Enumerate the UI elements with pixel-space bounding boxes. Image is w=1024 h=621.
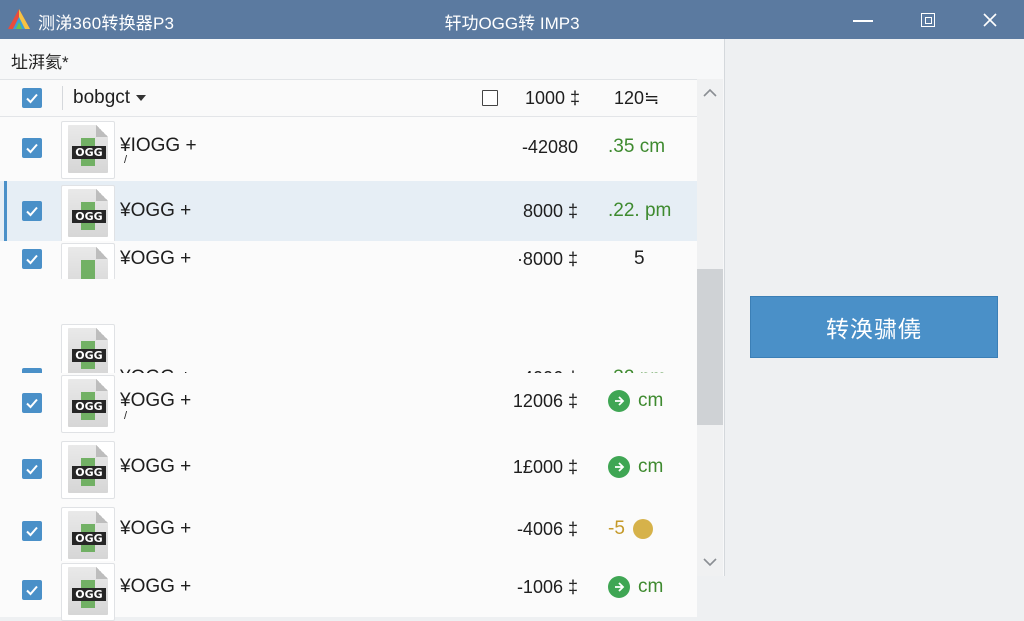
duration-text: cm xyxy=(638,576,664,597)
select-all-checkbox[interactable] xyxy=(22,88,42,108)
close-icon xyxy=(983,12,997,27)
scroll-down-button[interactable] xyxy=(697,548,723,576)
file-checkbox[interactable] xyxy=(22,521,42,541)
column-separator xyxy=(62,86,63,110)
close-button[interactable] xyxy=(967,0,1013,39)
file-duration: -5 xyxy=(608,518,653,540)
checkmark-icon xyxy=(26,143,38,154)
file-size: 8000 ‡ xyxy=(522,201,578,221)
checkmark-icon xyxy=(26,585,38,596)
ogg-badge: OGG xyxy=(72,349,106,362)
duration-text: cm xyxy=(638,456,664,477)
file-checkbox[interactable] xyxy=(22,201,42,221)
checkmark-icon xyxy=(26,464,38,475)
status-ok-icon xyxy=(608,456,630,478)
file-name: ¥OGG + xyxy=(120,248,192,269)
file-row[interactable]: OGG ¥OGG + 1£000 ‡ cm xyxy=(0,439,697,503)
convert-button[interactable]: 转涣骕僥 xyxy=(750,296,998,358)
status-warning-icon xyxy=(632,519,653,539)
file-checkbox[interactable] xyxy=(22,580,42,600)
header-checkbox[interactable] xyxy=(482,90,498,106)
checkmark-icon xyxy=(26,398,38,409)
panel-label: 址湃氦* xyxy=(11,53,69,72)
file-name: ¥IOGG + xyxy=(120,135,197,156)
ogg-file-icon xyxy=(61,243,115,280)
name-column-label: bobgct xyxy=(73,87,131,108)
vertical-scrollbar[interactable] xyxy=(697,79,723,576)
checkmark-icon xyxy=(26,93,38,104)
ogg-badge: OGG xyxy=(72,400,106,413)
ogg-badge: OGG xyxy=(72,588,106,601)
file-subtext: / xyxy=(124,410,128,422)
file-name: ¥OGG + xyxy=(120,518,192,539)
file-row[interactable]: OGG¥OGG +-4006 ‡.32 pm xyxy=(0,279,697,388)
file-duration: cm xyxy=(608,456,663,478)
size-column-header[interactable]: 1000 ‡ xyxy=(525,88,580,109)
checkmark-icon xyxy=(26,254,38,265)
status-ok-icon xyxy=(608,390,630,412)
ogg-file-icon: OGG xyxy=(61,507,115,565)
chevron-down-icon xyxy=(703,558,717,567)
ogg-badge: OGG xyxy=(72,532,106,545)
ogg-badge: OGG xyxy=(72,210,106,223)
file-size: 1£000 ‡ xyxy=(512,457,578,477)
duration-text: -5 xyxy=(608,518,625,539)
name-column-header[interactable]: bobgct xyxy=(73,87,147,109)
scroll-up-button[interactable] xyxy=(697,79,723,107)
maximize-icon xyxy=(921,12,935,27)
file-name: ¥OGG + xyxy=(120,390,192,411)
file-duration: .35 cm xyxy=(608,136,666,157)
file-row[interactable]: OGG ¥OGG + -4006 ‡ -5 xyxy=(0,503,697,565)
file-size: -1006 ‡ xyxy=(516,577,578,597)
file-list: bobgct 1000 ‡ 120≒ OGG ¥IOGG + / -42080.35 … xyxy=(0,79,697,621)
file-subtext: / xyxy=(124,154,128,166)
ogg-file-icon: OGG xyxy=(61,441,115,499)
chevron-up-icon xyxy=(703,88,717,97)
file-row[interactable]: OGG ¥OGG + -1006 ‡ cm xyxy=(0,561,697,621)
file-size: ·8000 ‡ xyxy=(516,249,578,269)
file-checkbox[interactable] xyxy=(22,249,42,269)
file-checkbox[interactable] xyxy=(22,459,42,479)
file-duration: .22. pm xyxy=(608,200,672,221)
file-duration: cm xyxy=(608,576,663,598)
file-name: ¥OGG + xyxy=(120,456,192,477)
ogg-badge: OGG xyxy=(72,466,106,479)
ogg-file-icon: OGG xyxy=(61,185,115,243)
file-duration: 5 xyxy=(634,248,645,269)
list-header: bobgct 1000 ‡ 120≒ xyxy=(0,80,697,117)
file-row[interactable]: ¥OGG + ·8000 ‡ 5 xyxy=(0,241,697,280)
ogg-file-icon: OGG xyxy=(61,375,115,433)
file-size: 12006 ‡ xyxy=(512,391,578,411)
scroll-thumb[interactable] xyxy=(697,269,723,425)
sort-caret-icon xyxy=(136,94,147,101)
ogg-file-icon: OGG xyxy=(61,121,115,179)
file-row[interactable]: OGG ¥OGG + 8000 ‡ .22. pm xyxy=(0,181,697,243)
status-ok-icon xyxy=(608,576,630,598)
file-size: -4006 ‡ xyxy=(516,519,578,539)
duration-text: cm xyxy=(638,390,664,411)
duration-column-header[interactable]: 120≒ xyxy=(614,88,659,109)
minimize-icon xyxy=(853,19,873,22)
file-checkbox[interactable] xyxy=(22,138,42,158)
checkmark-icon xyxy=(26,526,38,537)
file-size: -42080 xyxy=(521,137,578,157)
file-row[interactable]: OGG ¥OGG +/ 12006 ‡ cm xyxy=(0,373,697,439)
file-name: ¥OGG + xyxy=(120,576,192,597)
checkmark-icon xyxy=(26,206,38,217)
ogg-badge: OGG xyxy=(72,146,106,159)
file-row[interactable]: OGG ¥IOGG + / -42080 .35 cm xyxy=(0,117,697,181)
file-duration: cm xyxy=(608,390,663,412)
file-list-panel: 址湃氦* bobgct 1000 ‡ 120≒ OGG ¥IOGG + / -4208… xyxy=(0,39,725,621)
file-checkbox[interactable] xyxy=(22,393,42,413)
maximize-button[interactable] xyxy=(905,0,951,39)
file-name: ¥OGG + xyxy=(120,200,192,221)
minimize-button[interactable] xyxy=(840,0,886,39)
ogg-file-icon: OGG xyxy=(61,563,115,621)
title-bar: 测涕360转换器P3 轩功OGG转 IMP3 xyxy=(0,0,1024,39)
